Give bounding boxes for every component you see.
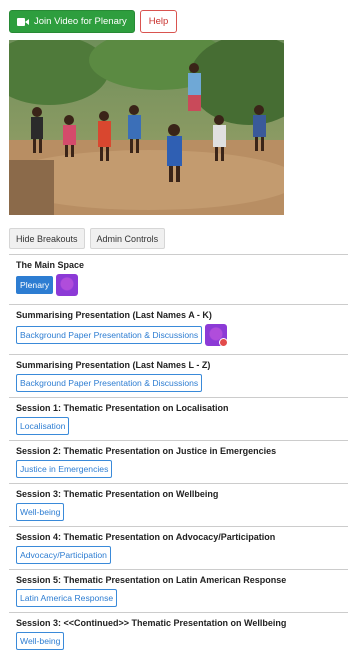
room-title: Session 1: Thematic Presentation on Loca… — [16, 403, 229, 413]
room-session-4: Session 4: Thematic Presentation on Advo… — [9, 527, 348, 570]
room-title: Summarising Presentation (Last Names L -… — [16, 360, 211, 370]
room-link-justice[interactable]: Justice in Emergencies — [16, 460, 113, 478]
room-session-5: Session 5: Thematic Presentation on Lati… — [9, 570, 348, 613]
help-button[interactable]: Help — [139, 10, 178, 33]
room-title: Session 2: Thematic Presentation on Just… — [16, 446, 277, 456]
room-session-2: Session 2: Thematic Presentation on Just… — [9, 441, 348, 484]
room-link-wellbeing[interactable]: Well-being — [16, 503, 65, 521]
hero-photo — [9, 40, 284, 215]
top-toolbar: Join Video for Plenary Help — [9, 10, 178, 33]
hide-breakouts-button[interactable]: Hide Breakouts — [9, 228, 85, 249]
room-summarising-l-z: Summarising Presentation (Last Names L -… — [9, 355, 348, 398]
participant-avatar[interactable] — [56, 274, 79, 296]
room-summarising-a-k: Summarising Presentation (Last Names A -… — [9, 305, 348, 355]
room-main-space: The Main Space Plenary — [9, 255, 348, 305]
room-title: The Main Space — [16, 260, 85, 270]
room-title: Session 5: Thematic Presentation on Lati… — [16, 575, 287, 585]
room-session-3: Session 3: Thematic Presentation on Well… — [9, 484, 348, 527]
participant-avatar[interactable] — [205, 324, 229, 347]
room-link-advocacy[interactable]: Advocacy/Participation — [16, 546, 111, 564]
join-video-button[interactable]: Join Video for Plenary — [9, 10, 135, 33]
room-link-plenary[interactable]: Plenary — [16, 276, 54, 294]
room-link-latin-america[interactable]: Latin America Response — [16, 589, 118, 607]
video-camera-icon — [17, 17, 29, 26]
room-title: Summarising Presentation (Last Names A -… — [16, 310, 212, 320]
admin-controls-button[interactable]: Admin Controls — [89, 228, 166, 249]
room-link-background-paper[interactable]: Background Paper Presentation & Discussi… — [16, 326, 203, 344]
room-list: The Main Space Plenary Summarising Prese… — [9, 254, 348, 650]
children-running-photo — [9, 40, 284, 215]
admin-toolbar: Hide Breakouts Admin Controls — [9, 228, 166, 249]
room-link-wellbeing[interactable]: Well-being — [16, 632, 65, 650]
join-video-label: Join Video for Plenary — [34, 16, 127, 27]
room-link-localisation[interactable]: Localisation — [16, 417, 70, 435]
room-title: Session 3: Thematic Presentation on Well… — [16, 489, 219, 499]
recording-indicator-icon — [219, 338, 229, 347]
room-title: Session 4: Thematic Presentation on Advo… — [16, 532, 276, 542]
room-link-background-paper[interactable]: Background Paper Presentation & Discussi… — [16, 374, 203, 392]
room-title: Session 3: <<Continued>> Thematic Presen… — [16, 618, 287, 628]
room-session-1: Session 1: Thematic Presentation on Loca… — [9, 398, 348, 441]
